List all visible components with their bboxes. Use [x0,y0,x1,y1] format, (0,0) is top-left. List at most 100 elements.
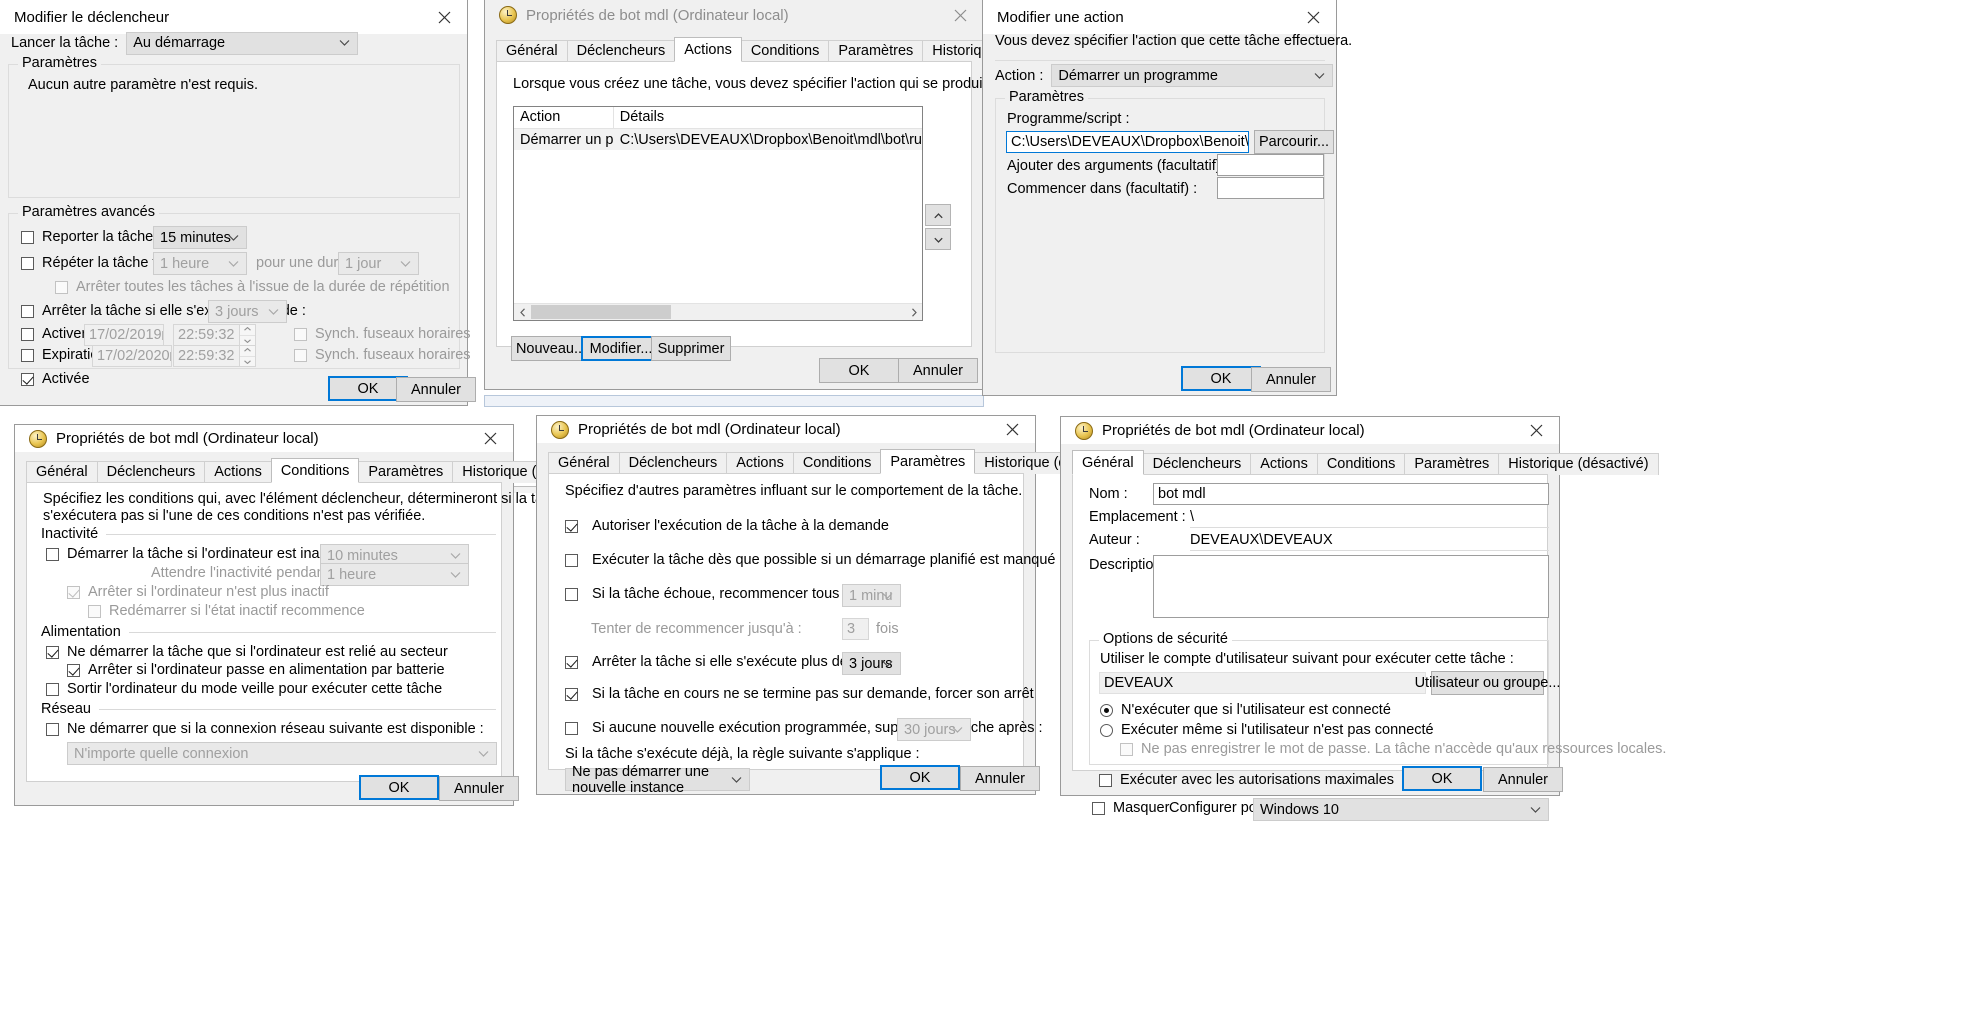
settings-ok-button[interactable]: OK [880,765,960,790]
tab-actions[interactable]: Actions [674,37,742,62]
delete-task-combo[interactable]: 30 jours [897,718,971,741]
start-task-combo[interactable]: Au démarrage [126,31,359,55]
run-asap-checkbox[interactable] [565,553,578,567]
activate-time-field[interactable]: 22:59:32 [173,324,256,346]
tab-conditions[interactable]: Conditions [1316,453,1406,475]
trigger-cancel-button[interactable]: Annuler [396,377,476,402]
conditions-cancel-button[interactable]: Annuler [439,776,519,801]
tab-conditions[interactable]: Conditions [270,458,360,483]
spinner-up-icon[interactable] [240,325,255,336]
tab-triggers[interactable]: Déclencheurs [566,40,676,62]
idle-start-checkbox[interactable] [46,547,59,561]
delete-task-checkbox[interactable] [565,721,578,735]
tab-settings[interactable]: Paramètres [1404,453,1500,475]
settings-cancel-button[interactable]: Annuler [960,766,1040,791]
no-store-password-checkbox[interactable] [1120,742,1133,756]
allow-on-demand-checkbox[interactable] [565,519,578,533]
activate-sync-tz-checkbox[interactable] [294,327,307,341]
tab-general[interactable]: Général [26,461,98,483]
delay-task-combo[interactable]: 15 minutes [153,226,247,249]
actions-cancel-button[interactable]: Annuler [898,358,978,383]
retry-checkbox[interactable] [565,587,578,601]
tab-conditions[interactable]: Conditions [792,452,882,474]
action-type-combo[interactable]: Démarrer un programme [1051,64,1334,87]
stop-if-runs-checkbox[interactable] [565,655,578,669]
hscroll-thumb[interactable] [531,305,671,319]
stop-all-tasks-checkbox[interactable] [55,280,68,294]
power-ac-checkbox[interactable] [46,645,59,659]
actions-listview[interactable]: Action Détails Démarrer un progr... C:\U… [513,106,923,321]
repeat-interval-combo[interactable]: 1 heure [153,252,247,275]
delay-task-checkbox[interactable] [21,230,34,244]
delete-action-button[interactable]: Supprimer [651,336,731,361]
idle-wait-combo[interactable]: 1 heure [320,563,469,586]
retry-interval-combo[interactable]: 1 minu [842,584,901,607]
stop-if-runs-combo[interactable]: 3 jours [208,300,287,323]
tab-settings[interactable]: Paramètres [358,461,454,483]
close-icon[interactable] [937,0,983,30]
configure-combo[interactable]: Windows 10 [1253,798,1549,821]
description-textarea[interactable] [1153,555,1549,618]
edit-action-cancel-button[interactable]: Annuler [1251,367,1331,392]
general-cancel-button[interactable]: Annuler [1483,767,1563,792]
name-input[interactable]: bot mdl [1153,483,1549,505]
activate-checkbox[interactable] [21,327,34,341]
power-battery-checkbox[interactable] [67,663,80,677]
enabled-checkbox[interactable] [21,372,34,386]
calendar-icon[interactable] [161,330,163,340]
idle-restart-checkbox[interactable] [88,604,101,618]
calendar-icon[interactable] [169,351,171,361]
rule-combo[interactable]: Ne pas démarrer une nouvelle instance [565,764,750,796]
stop-if-runs-combo[interactable]: 3 jours [842,652,901,675]
move-up-button[interactable] [925,204,951,226]
column-action[interactable]: Action [514,107,614,128]
scroll-left-icon[interactable] [514,304,531,321]
tab-general[interactable]: Général [1072,450,1144,475]
arguments-input[interactable] [1217,154,1324,176]
network-checkbox[interactable] [46,722,59,736]
tab-settings[interactable]: Paramètres [880,449,976,474]
run-only-logged-radio[interactable] [1100,703,1113,717]
tab-actions[interactable]: Actions [1250,453,1318,475]
tab-general[interactable]: Général [548,452,620,474]
activate-time-spinner[interactable] [239,325,255,345]
close-icon[interactable] [1513,417,1559,444]
column-details[interactable]: Détails [614,107,922,128]
general-ok-button[interactable]: OK [1402,766,1482,791]
force-stop-checkbox[interactable] [565,687,578,701]
idle-stop-checkbox[interactable] [67,585,80,599]
edit-action-button[interactable]: Modifier... [581,336,661,361]
stop-if-runs-checkbox[interactable] [21,304,34,318]
repeat-duration-combo[interactable]: 1 jour [338,252,419,275]
expire-time-spinner[interactable] [239,346,255,366]
expire-checkbox[interactable] [21,348,34,362]
retry-count-input[interactable]: 3 [842,618,869,640]
activate-date-field[interactable]: 17/02/2019 [84,324,164,346]
tab-actions[interactable]: Actions [204,461,272,483]
browse-button[interactable]: Parcourir... [1254,130,1334,154]
tab-general[interactable]: Général [496,40,568,62]
spinner-down-icon[interactable] [240,356,255,366]
move-down-button[interactable] [925,228,951,250]
program-input[interactable]: C:\Users\DEVEAUX\Dropbox\Benoit\mdl\bot\… [1006,131,1249,153]
close-icon[interactable] [421,0,467,34]
highest-privileges-checkbox[interactable] [1099,773,1112,787]
repeat-task-checkbox[interactable] [21,256,34,270]
edit-action-ok-button[interactable]: OK [1181,366,1261,391]
tab-triggers[interactable]: Déclencheurs [1142,453,1252,475]
scroll-right-icon[interactable] [905,304,922,321]
conditions-ok-button[interactable]: OK [359,775,439,800]
actions-ok-button[interactable]: OK [819,358,899,383]
run-whether-radio[interactable] [1100,723,1113,737]
account-field[interactable]: DEVEAUX [1099,672,1426,694]
actions-listview-hscrollbar[interactable] [514,303,922,320]
power-wake-checkbox[interactable] [46,682,59,696]
table-row[interactable]: Démarrer un progr... C:\Users\DEVEAUX\Dr… [514,129,922,150]
close-icon[interactable] [989,416,1035,443]
network-combo[interactable]: N'importe quelle connexion [67,742,497,765]
expire-time-field[interactable]: 22:59:32 [173,345,256,367]
tab-triggers[interactable]: Déclencheurs [618,452,728,474]
spinner-up-icon[interactable] [240,346,255,357]
expire-sync-tz-checkbox[interactable] [294,348,307,362]
tab-settings[interactable]: Paramètres [828,40,924,62]
